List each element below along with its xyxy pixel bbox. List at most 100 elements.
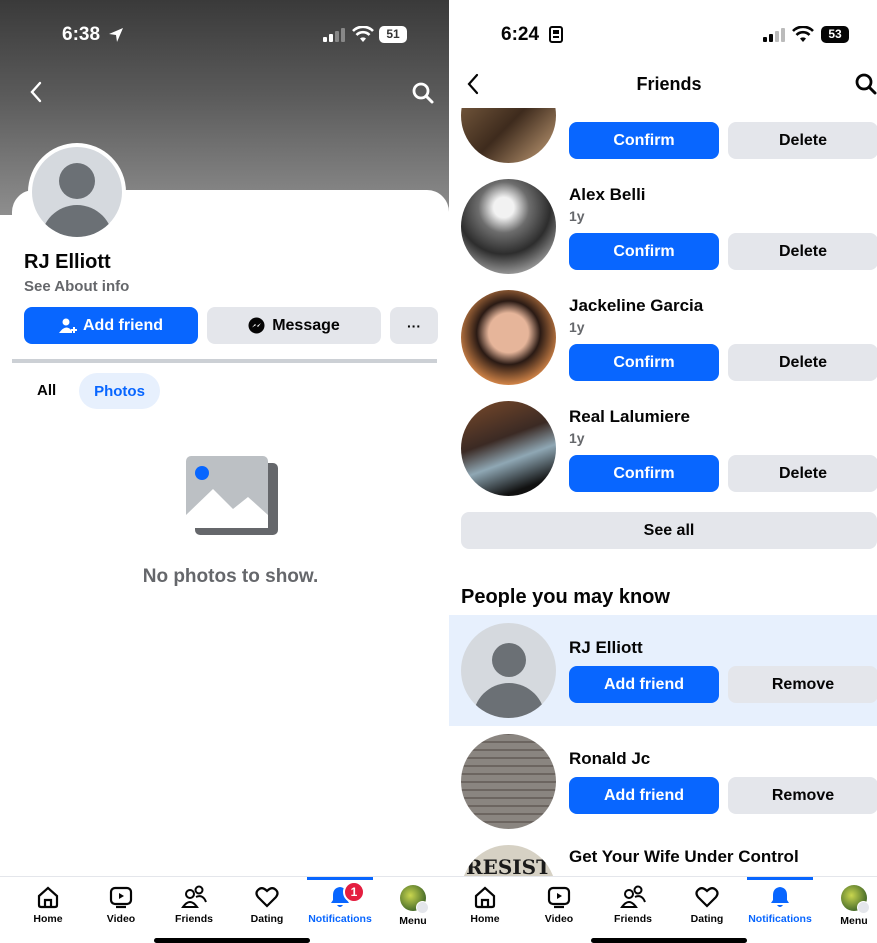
nav-notifications[interactable]: 1 Notifications — [305, 877, 375, 925]
bell-icon — [771, 887, 789, 907]
see-all-button[interactable]: See all — [461, 512, 877, 549]
delete-button[interactable]: Delete — [728, 233, 877, 270]
back-chevron-icon[interactable] — [28, 80, 44, 104]
messenger-icon — [248, 317, 265, 334]
message-button[interactable]: Message — [207, 307, 381, 344]
section-divider — [12, 359, 437, 363]
delete-button[interactable]: Delete — [728, 122, 877, 159]
status-bar: 6:38 51 — [0, 0, 449, 62]
confirm-button[interactable]: Confirm — [569, 344, 719, 381]
suggestion-row: Ronald Jc Add friend Remove — [449, 734, 877, 846]
requester-photo[interactable] — [461, 179, 556, 274]
nav-notifications[interactable]: Notifications — [745, 877, 815, 925]
suggestion-row: RESIST Get Your Wife Under Control — [449, 845, 877, 876]
friends-icon — [620, 885, 646, 908]
more-options-button[interactable]: ··· — [390, 307, 438, 344]
nav-dating-label: Dating — [690, 913, 724, 925]
add-friend-button[interactable]: Add friend — [569, 777, 719, 814]
status-time: 6:24 — [501, 24, 540, 45]
requester-photo[interactable] — [461, 401, 556, 496]
status-time: 6:38 — [62, 24, 101, 45]
remove-button[interactable]: Remove — [728, 777, 877, 814]
nav-menu[interactable]: Menu — [819, 885, 877, 927]
tab-photos[interactable]: Photos — [79, 373, 160, 409]
nav-friends[interactable]: Friends — [159, 885, 229, 925]
profile-name: RJ Elliott — [24, 251, 111, 273]
menu-avatar — [841, 885, 870, 914]
nav-friends[interactable]: Friends — [598, 885, 668, 925]
delete-button[interactable]: Delete — [728, 344, 877, 381]
nav-dating[interactable]: Dating — [672, 885, 742, 925]
add-friend-button[interactable]: Add friend — [24, 307, 198, 344]
home-icon — [37, 886, 59, 909]
search-icon[interactable] — [855, 72, 877, 96]
suggestion-avatar[interactable]: RESIST — [461, 845, 556, 876]
confirm-button[interactable]: Confirm — [569, 122, 719, 159]
suggestion-row: RJ Elliott Add friend Remove — [449, 623, 877, 735]
remove-button[interactable]: Remove — [728, 666, 877, 703]
request-age: 1y — [569, 319, 585, 335]
request-age: 1y — [569, 430, 585, 446]
wifi-icon — [792, 26, 814, 42]
suggestion-name[interactable]: Ronald Jc — [569, 749, 650, 769]
heart-icon — [695, 887, 719, 908]
request-age: 1y — [569, 208, 585, 224]
active-tab-indicator — [307, 877, 373, 880]
suggestion-name[interactable]: Get Your Wife Under Control — [569, 847, 799, 867]
message-label: Message — [272, 316, 340, 334]
menu-lines-icon — [416, 901, 429, 914]
friends-icon — [181, 885, 207, 908]
people-you-may-know-heading: People you may know — [461, 586, 670, 608]
menu-lines-icon — [857, 901, 870, 914]
cellular-signal-icon — [323, 28, 345, 42]
requester-name[interactable]: Jackeline Garcia — [569, 296, 703, 316]
nav-home[interactable]: Home — [13, 885, 83, 925]
suggestion-name[interactable]: RJ Elliott — [569, 638, 643, 658]
friend-request-row: Jackeline Garcia 1y Confirm Delete — [449, 290, 877, 402]
video-icon — [547, 886, 571, 909]
nav-notifications-label: Notifications — [748, 913, 812, 925]
requester-photo[interactable] — [461, 290, 556, 385]
nav-video-label: Video — [106, 913, 136, 925]
add-friend-label: Add friend — [83, 316, 163, 334]
profile-avatar[interactable] — [28, 143, 126, 241]
nav-dating[interactable]: Dating — [232, 885, 302, 925]
confirm-button[interactable]: Confirm — [569, 455, 719, 492]
location-arrow-icon — [109, 28, 123, 42]
search-icon[interactable] — [411, 81, 435, 105]
home-indicator — [154, 938, 310, 943]
nav-dating-label: Dating — [250, 913, 284, 925]
requester-name[interactable]: Real Lalumiere — [569, 407, 690, 427]
empty-state-message: No photos to show. — [142, 566, 319, 587]
home-indicator — [591, 938, 747, 943]
status-bar: 6:24 53 — [449, 0, 877, 62]
active-tab-indicator — [747, 877, 813, 880]
suggestion-avatar[interactable] — [461, 734, 556, 829]
tab-all[interactable]: All — [37, 382, 56, 399]
nav-home[interactable]: Home — [450, 885, 520, 925]
see-about-info-link[interactable]: See About info — [24, 278, 129, 295]
heart-icon — [255, 887, 279, 908]
bottom-nav: Home Video Friends Dating Notifications … — [449, 876, 877, 943]
nav-home-label: Home — [470, 913, 500, 925]
no-photos-icon — [186, 456, 278, 535]
requester-photo[interactable] — [461, 108, 556, 163]
wifi-icon — [352, 26, 374, 42]
add-person-icon — [59, 318, 77, 333]
friend-request-row: Alex Belli 1y Confirm Delete — [449, 179, 877, 291]
friends-scroll-area[interactable]: Confirm Delete Alex Belli 1y Confirm Del… — [449, 108, 877, 876]
nav-menu[interactable]: Menu — [378, 885, 448, 927]
suggestion-avatar[interactable] — [461, 623, 556, 718]
nav-friends-label: Friends — [614, 913, 652, 925]
friend-request-row: Confirm Delete — [449, 108, 877, 180]
nav-menu-label: Menu — [840, 915, 868, 927]
nav-video[interactable]: Video — [524, 885, 594, 925]
requester-name[interactable]: Alex Belli — [569, 185, 646, 205]
add-friend-button[interactable]: Add friend — [569, 666, 719, 703]
nav-video[interactable]: Video — [86, 885, 156, 925]
menu-avatar — [400, 885, 429, 914]
confirm-button[interactable]: Confirm — [569, 233, 719, 270]
nav-friends-label: Friends — [175, 913, 213, 925]
friend-request-row: Real Lalumiere 1y Confirm Delete — [449, 401, 877, 513]
delete-button[interactable]: Delete — [728, 455, 877, 492]
